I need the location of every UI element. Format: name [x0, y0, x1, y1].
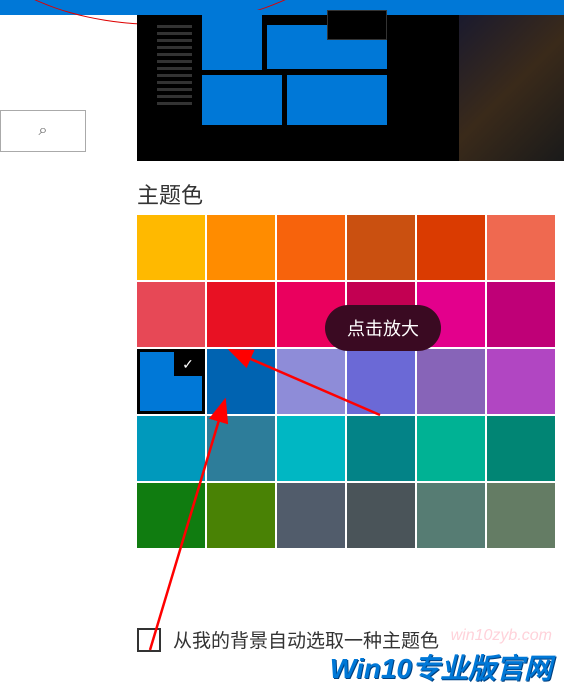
- color-swatch[interactable]: [207, 282, 275, 347]
- preview-start-tiles: [157, 25, 437, 135]
- color-swatch[interactable]: [207, 349, 275, 414]
- theme-preview: [137, 15, 564, 161]
- color-swatch[interactable]: [417, 483, 485, 548]
- color-swatch[interactable]: [487, 282, 555, 347]
- color-swatch[interactable]: [207, 416, 275, 481]
- color-swatch[interactable]: [277, 416, 345, 481]
- checkmark-icon: ✓: [174, 352, 202, 376]
- color-swatch[interactable]: [347, 215, 415, 280]
- color-swatch[interactable]: [487, 349, 555, 414]
- color-swatch[interactable]: [417, 416, 485, 481]
- color-swatch[interactable]: [417, 215, 485, 280]
- section-title-theme-color: 主题色: [137, 178, 203, 210]
- color-swatch[interactable]: [487, 215, 555, 280]
- color-swatch[interactable]: ✓: [137, 349, 205, 414]
- search-input[interactable]: ⌕: [0, 110, 86, 152]
- auto-pick-color-checkbox[interactable]: [137, 628, 161, 652]
- color-swatch[interactable]: [137, 416, 205, 481]
- color-swatch[interactable]: [277, 483, 345, 548]
- color-swatch[interactable]: [277, 349, 345, 414]
- preview-wallpaper: [459, 15, 564, 161]
- watermark-url: win10zyb.com: [451, 627, 552, 645]
- color-swatch[interactable]: [417, 349, 485, 414]
- color-swatch[interactable]: [137, 215, 205, 280]
- search-icon: ⌕: [39, 122, 48, 140]
- color-swatch[interactable]: [347, 483, 415, 548]
- color-swatch[interactable]: [207, 215, 275, 280]
- watermark-brand: Win10专业版官网: [330, 647, 552, 687]
- color-swatch[interactable]: [487, 483, 555, 548]
- color-swatch[interactable]: [137, 282, 205, 347]
- top-accent-bar: [0, 0, 564, 15]
- color-grid: ✓: [137, 215, 554, 548]
- color-swatch[interactable]: [277, 215, 345, 280]
- zoom-tooltip: 点击放大: [325, 305, 441, 351]
- color-swatch[interactable]: [347, 416, 415, 481]
- color-swatch[interactable]: [137, 483, 205, 548]
- color-swatch[interactable]: [347, 349, 415, 414]
- color-swatch[interactable]: [207, 483, 275, 548]
- color-swatch[interactable]: [487, 416, 555, 481]
